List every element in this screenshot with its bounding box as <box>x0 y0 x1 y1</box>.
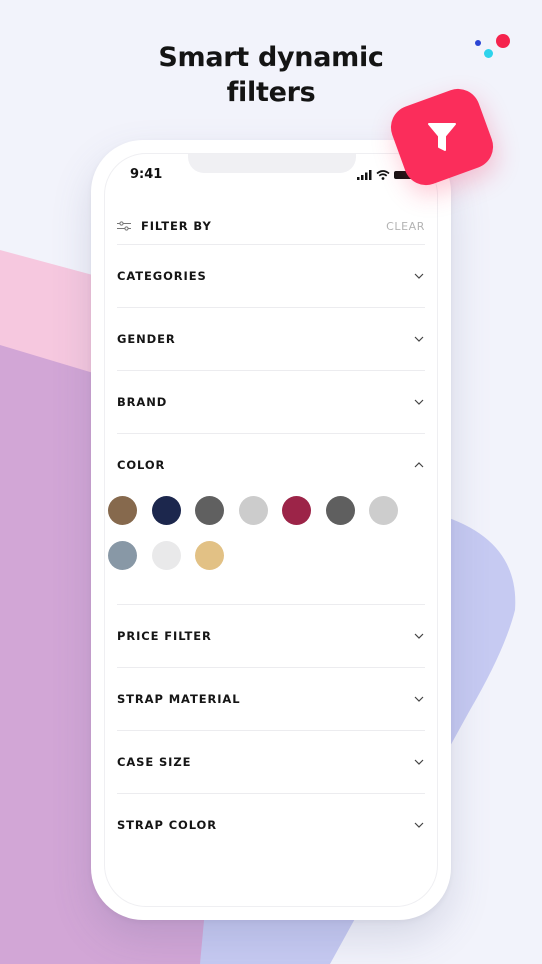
color-swatch-list <box>108 496 418 604</box>
filter-section-label: PRICE FILTER <box>117 629 212 643</box>
filter-section-label: BRAND <box>117 395 168 409</box>
color-swatch-crimson[interactable] <box>282 496 311 525</box>
filter-section-color: COLOR <box>108 433 425 604</box>
chevron-up-icon[interactable] <box>413 459 425 471</box>
filter-section-strap-color: STRAP COLOR <box>117 793 425 856</box>
chevron-down-icon[interactable] <box>413 819 425 831</box>
color-swatch-steel-blue[interactable] <box>108 541 137 570</box>
filter-header: FILTER BY CLEAR <box>117 207 425 245</box>
filter-section-label: STRAP COLOR <box>117 818 217 832</box>
sliders-icon <box>117 221 131 231</box>
clear-button[interactable]: CLEAR <box>386 220 425 233</box>
phone-frame: 9:41 FILTER BY CLEAR CATEGORIES GENDER B… <box>91 140 451 920</box>
color-swatch-navy[interactable] <box>151 496 181 525</box>
filter-section-price-filter: PRICE FILTER <box>117 604 425 667</box>
filter-section-case-size: CASE SIZE <box>117 730 425 793</box>
filter-section-header-brand[interactable]: BRAND <box>117 371 425 433</box>
filter-section-label: COLOR <box>117 458 166 472</box>
filter-section-header-case-size[interactable]: CASE SIZE <box>117 731 425 793</box>
funnel-icon <box>428 123 456 151</box>
filter-section-label: STRAP MATERIAL <box>117 692 241 706</box>
chevron-down-icon[interactable] <box>413 756 425 768</box>
color-swatch-brown[interactable] <box>108 496 137 525</box>
filter-section-header-color[interactable]: COLOR <box>117 434 425 496</box>
wifi-icon <box>376 170 390 180</box>
chevron-down-icon[interactable] <box>413 333 425 345</box>
decor-dot-cyan <box>484 49 493 58</box>
headline-line-1: Smart dynamic <box>158 42 384 73</box>
filter-section-gender: GENDER <box>117 307 425 370</box>
filter-section-label: GENDER <box>117 332 176 346</box>
chevron-down-icon[interactable] <box>413 693 425 705</box>
color-swatch-gold[interactable] <box>195 541 224 570</box>
filter-section-label: CASE SIZE <box>117 755 192 769</box>
filter-section-strap-material: STRAP MATERIAL <box>117 667 425 730</box>
chevron-down-icon[interactable] <box>413 630 425 642</box>
color-swatch-silver[interactable] <box>369 496 398 525</box>
phone-notch <box>188 154 356 173</box>
filter-section-categories: CATEGORIES <box>117 244 425 307</box>
color-swatch-charcoal[interactable] <box>325 496 355 525</box>
decor-dot-blue <box>475 40 481 46</box>
filter-title: FILTER BY <box>141 219 212 233</box>
decor-dot-red <box>496 34 510 48</box>
filter-sections: CATEGORIES GENDER BRAND COLOR PRICE FILTER ST… <box>108 244 425 856</box>
filter-section-header-categories[interactable]: CATEGORIES <box>117 245 425 307</box>
phone-screen: 9:41 FILTER BY CLEAR CATEGORIES GENDER B… <box>104 153 438 907</box>
status-time: 9:41 <box>130 167 163 182</box>
signal-icon <box>357 170 372 180</box>
filter-section-header-strap-color[interactable]: STRAP COLOR <box>117 794 425 856</box>
chevron-down-icon[interactable] <box>413 270 425 282</box>
chevron-down-icon[interactable] <box>413 396 425 408</box>
filter-section-header-price-filter[interactable]: PRICE FILTER <box>117 605 425 667</box>
filter-section-header-strap-material[interactable]: STRAP MATERIAL <box>117 668 425 730</box>
color-swatch-dark-gray[interactable] <box>195 496 224 525</box>
color-swatch-off-white[interactable] <box>151 541 181 570</box>
filter-section-label: CATEGORIES <box>117 269 207 283</box>
filter-section-header-gender[interactable]: GENDER <box>117 308 425 370</box>
color-swatch-light-gray[interactable] <box>238 496 268 525</box>
filter-section-brand: BRAND <box>117 370 425 433</box>
